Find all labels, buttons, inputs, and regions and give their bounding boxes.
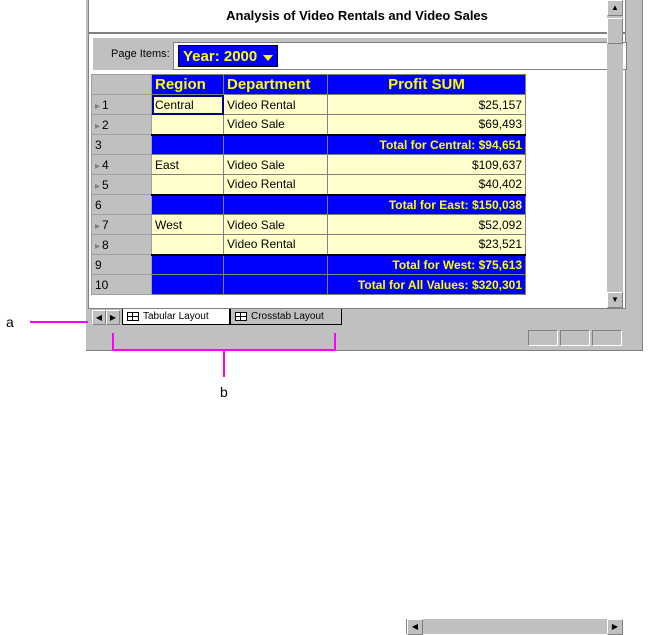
total-row: 9 Total for West: $75,613 bbox=[91, 253, 526, 275]
table-row: 1 Central Video Rental $25,157 bbox=[91, 94, 526, 115]
profit-cell[interactable]: $40,402 bbox=[327, 174, 526, 195]
callout-b-label: b bbox=[220, 384, 228, 400]
profit-cell[interactable]: $23,521 bbox=[327, 234, 526, 255]
row-number[interactable]: 5 bbox=[91, 174, 152, 195]
department-cell[interactable]: Video Rental bbox=[223, 94, 328, 115]
row-number[interactable]: 1 bbox=[91, 94, 152, 115]
row-number[interactable]: 10 bbox=[91, 274, 152, 295]
region-cell[interactable]: West bbox=[151, 214, 224, 235]
page-items-field: Year: 2000 bbox=[173, 42, 627, 70]
table-header-row: Region Department Profit SUM bbox=[91, 74, 526, 95]
region-cell[interactable]: East bbox=[151, 154, 224, 175]
department-cell[interactable]: Video Sale bbox=[223, 154, 328, 175]
region-cell[interactable]: Central bbox=[151, 94, 224, 115]
total-blank-cell bbox=[151, 193, 224, 215]
total-blank-cell bbox=[151, 133, 224, 155]
total-row: 10 Total for All Values: $320,301 bbox=[91, 274, 526, 295]
results-table: Region Department Profit SUM 1 Central V… bbox=[91, 74, 526, 295]
total-row: 6 Total for East: $150,038 bbox=[91, 193, 526, 215]
report-title: Analysis of Video Rentals and Video Sale… bbox=[226, 8, 488, 23]
profit-cell[interactable]: $52,092 bbox=[327, 214, 526, 235]
profit-cell[interactable]: $25,157 bbox=[327, 94, 526, 115]
tab-crosstab-layout[interactable]: Crosstab Layout bbox=[230, 309, 342, 325]
total-cell[interactable]: Total for West: $75,613 bbox=[327, 253, 526, 275]
vertical-scrollbar[interactable]: ▲ ▼ bbox=[607, 0, 623, 308]
total-blank-cell bbox=[223, 253, 328, 275]
scroll-left-icon[interactable]: ◀ bbox=[407, 619, 423, 635]
title-divider bbox=[89, 32, 625, 34]
row-number[interactable]: 8 bbox=[91, 234, 152, 255]
scroll-thumb[interactable] bbox=[607, 18, 623, 44]
year-dropdown[interactable]: Year: 2000 bbox=[178, 45, 278, 67]
table-row: 4 East Video Sale $109,637 bbox=[91, 154, 526, 175]
total-cell[interactable]: Total for All Values: $320,301 bbox=[327, 274, 526, 295]
total-blank-cell bbox=[151, 253, 224, 275]
tab-tabular-layout[interactable]: Tabular Layout bbox=[122, 309, 230, 325]
report-pane: Analysis of Video Rentals and Video Sale… bbox=[88, 0, 627, 309]
region-cell[interactable] bbox=[151, 174, 224, 195]
status-panel bbox=[528, 330, 558, 346]
total-cell[interactable]: Total for Central: $94,651 bbox=[327, 133, 526, 155]
tab-label: Crosstab Layout bbox=[251, 311, 324, 322]
region-cell[interactable] bbox=[151, 114, 224, 135]
status-bar bbox=[88, 328, 624, 348]
row-number[interactable]: 4 bbox=[91, 154, 152, 175]
table-icon bbox=[235, 312, 247, 321]
row-number[interactable]: 2 bbox=[91, 114, 152, 135]
callout-b-line bbox=[223, 351, 225, 377]
callout-a-label: a bbox=[6, 314, 14, 330]
department-cell[interactable]: Video Rental bbox=[223, 234, 328, 255]
table-row: 2 Video Sale $69,493 bbox=[91, 114, 526, 135]
status-panel bbox=[592, 330, 622, 346]
column-header-profit[interactable]: Profit SUM bbox=[327, 74, 526, 95]
total-row: 3 Total for Central: $94,651 bbox=[91, 133, 526, 155]
row-number[interactable]: 6 bbox=[91, 194, 152, 215]
scroll-up-icon[interactable]: ▲ bbox=[607, 0, 623, 16]
callout-a-line bbox=[30, 321, 88, 323]
scroll-right-icon[interactable]: ▶ bbox=[607, 619, 623, 635]
tab-scroll-right-icon[interactable]: ▶ bbox=[106, 310, 120, 325]
row-number[interactable]: 9 bbox=[91, 254, 152, 275]
sheet-tab-bar: ◀ ▶ Tabular Layout Crosstab Layout ◀ ▶ bbox=[88, 309, 624, 635]
department-cell[interactable]: Video Sale bbox=[223, 114, 328, 135]
tab-label: Tabular Layout bbox=[143, 311, 209, 322]
column-header-region[interactable]: Region bbox=[151, 74, 224, 95]
total-blank-cell bbox=[151, 274, 224, 295]
page-items-label: Page Items: bbox=[111, 48, 170, 60]
row-number[interactable]: 3 bbox=[91, 134, 152, 155]
table-icon bbox=[127, 312, 139, 321]
profit-cell[interactable]: $69,493 bbox=[327, 114, 526, 135]
corner-cell[interactable] bbox=[91, 74, 152, 95]
total-blank-cell bbox=[223, 133, 328, 155]
report-window: Analysis of Video Rentals and Video Sale… bbox=[86, 0, 643, 635]
table-row: 8 Video Rental $23,521 bbox=[91, 234, 526, 255]
department-cell[interactable]: Video Sale bbox=[223, 214, 328, 235]
callout-b-bracket-right bbox=[334, 333, 336, 351]
chevron-down-icon[interactable] bbox=[263, 55, 273, 61]
status-panel bbox=[560, 330, 590, 346]
scroll-down-icon[interactable]: ▼ bbox=[607, 292, 623, 308]
total-blank-cell bbox=[223, 193, 328, 215]
year-dropdown-value: Year: 2000 bbox=[183, 48, 258, 65]
department-cell[interactable]: Video Rental bbox=[223, 174, 328, 195]
profit-cell[interactable]: $109,637 bbox=[327, 154, 526, 175]
total-cell[interactable]: Total for East: $150,038 bbox=[327, 193, 526, 215]
horizontal-scrollbar[interactable]: ◀ ▶ bbox=[406, 619, 623, 635]
region-cell[interactable] bbox=[151, 234, 224, 255]
page-items-area: Page Items: Year: 2000 bbox=[93, 38, 627, 70]
table-row: 5 Video Rental $40,402 bbox=[91, 174, 526, 195]
column-header-department[interactable]: Department bbox=[223, 74, 328, 95]
tab-scroll-left-icon[interactable]: ◀ bbox=[92, 310, 106, 325]
row-number[interactable]: 7 bbox=[91, 214, 152, 235]
table-row: 7 West Video Sale $52,092 bbox=[91, 214, 526, 235]
total-blank-cell bbox=[223, 274, 328, 295]
